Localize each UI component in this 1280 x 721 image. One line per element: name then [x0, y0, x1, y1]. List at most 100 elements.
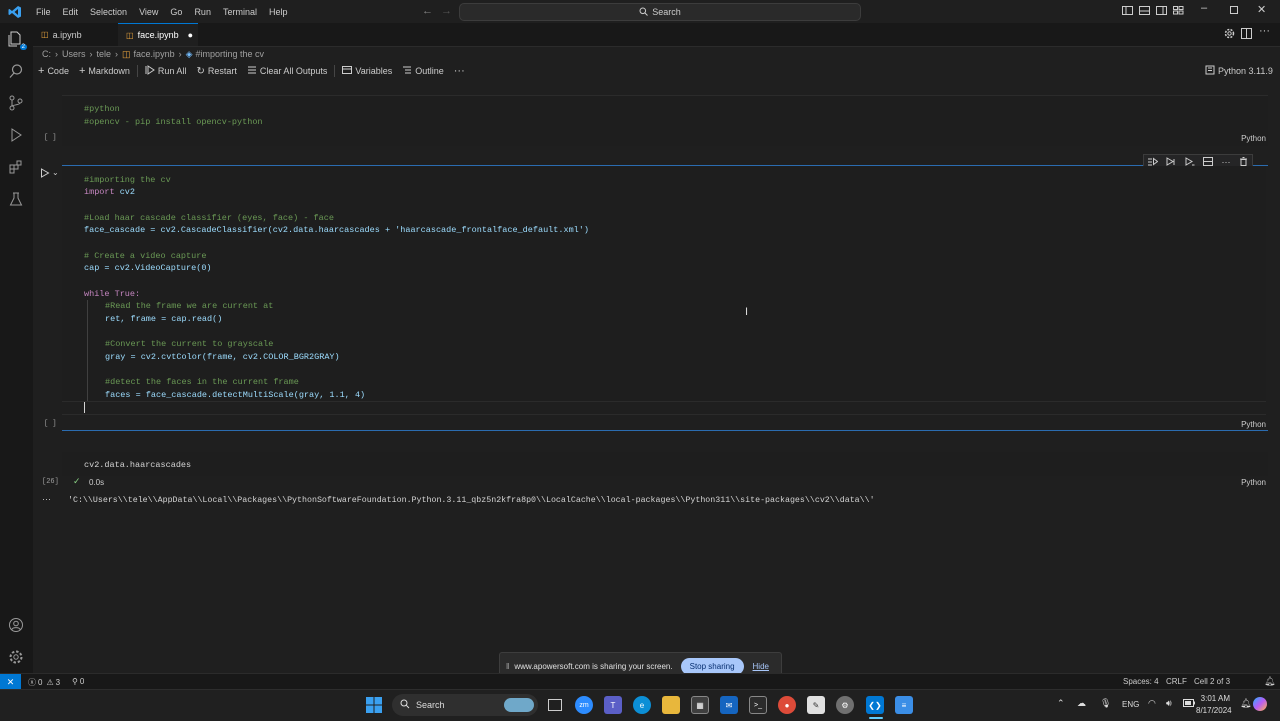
warning-icon: ⚠	[46, 678, 54, 687]
indent-guide	[87, 300, 88, 402]
problems-indicator[interactable]: ⓧ 0 ⚠ 3	[28, 677, 60, 688]
cell-language-label[interactable]: Python	[1241, 420, 1266, 429]
outline-button[interactable]: Outline	[397, 65, 449, 77]
chrome-browser-icon[interactable]: ●	[778, 696, 796, 714]
cell-language-label[interactable]: Python	[1241, 134, 1266, 143]
notifications-bell-icon[interactable]: 🔔︎	[1264, 676, 1275, 687]
menu-help[interactable]: Help	[263, 7, 294, 17]
battery-icon[interactable]	[1183, 699, 1195, 709]
add-markdown-cell-button[interactable]: + Markdown	[74, 65, 135, 77]
file-explorer-icon[interactable]	[662, 696, 680, 714]
mail-app-icon[interactable]: ✉	[720, 696, 738, 714]
search-icon[interactable]	[6, 61, 26, 81]
cell-editor[interactable]: cv2.data.haarcascades	[62, 452, 1268, 476]
code-cell-2[interactable]: #importing the cv import cv2 #Load haar …	[62, 166, 1268, 430]
forward-arrow-icon[interactable]: →	[441, 5, 452, 17]
tab-a-ipynb[interactable]: ◫ a.ipynb	[33, 23, 118, 46]
testing-flask-icon[interactable]	[6, 189, 26, 209]
output-more-icon[interactable]: ···	[42, 494, 51, 504]
explorer-icon[interactable]: 2	[6, 29, 27, 50]
menu-view[interactable]: View	[133, 7, 164, 17]
kernel-picker[interactable]: Python 3.11.9	[1205, 65, 1273, 77]
breadcrumb-tele[interactable]: tele	[97, 49, 112, 59]
cloud-sync-icon[interactable]: ☁	[1077, 698, 1086, 709]
input-language[interactable]: ENG	[1122, 700, 1139, 709]
app-icon[interactable]: ✎	[807, 696, 825, 714]
menu-run[interactable]: Run	[188, 7, 217, 17]
hide-link[interactable]: Hide	[753, 662, 769, 671]
microphone-icon[interactable]: 🎙︎	[1100, 698, 1111, 709]
notepad-app-icon[interactable]: ≡	[895, 696, 913, 714]
volume-icon[interactable]: 🔊︎	[1166, 698, 1172, 709]
notification-bell-icon[interactable]: 🔔︎	[1240, 698, 1251, 709]
copilot-icon[interactable]	[1253, 697, 1267, 711]
minimize-icon[interactable]: –	[1201, 2, 1207, 14]
menu-edit[interactable]: Edit	[57, 7, 85, 17]
teams-app-icon[interactable]: T	[604, 696, 622, 714]
task-view-icon[interactable]	[546, 696, 564, 714]
unsaved-dot-icon[interactable]: ●	[188, 30, 193, 40]
clock[interactable]: 3:01 AM 8/17/2024	[1196, 693, 1232, 717]
run-cell-icon[interactable]	[40, 168, 50, 180]
run-options-chevron-icon[interactable]: ⌄	[52, 168, 59, 177]
taskbar-search-box[interactable]: Search	[392, 694, 538, 716]
show-hidden-icons-chevron[interactable]: ⌃	[1057, 698, 1065, 709]
menu-go[interactable]: Go	[164, 7, 188, 17]
settings-app-icon[interactable]: ⚙	[836, 696, 854, 714]
drag-handle-icon[interactable]: ‖	[506, 662, 509, 671]
maximize-icon[interactable]	[1230, 6, 1238, 16]
tab-face-ipynb[interactable]: ◫ face.ipynb ●	[118, 23, 198, 46]
ports-indicator[interactable]: ⚲ 0	[72, 677, 84, 686]
extensions-icon[interactable]	[6, 157, 26, 177]
cell-language-label[interactable]: Python	[1241, 478, 1266, 487]
variables-icon	[342, 65, 353, 77]
warning-count: 3	[55, 678, 61, 687]
breadcrumb-drive[interactable]: C:	[42, 49, 51, 59]
run-all-button[interactable]: Run All	[140, 65, 192, 77]
command-center-search[interactable]: Search	[459, 3, 861, 21]
breadcrumb-users[interactable]: Users	[62, 49, 86, 59]
terminal-app-icon[interactable]: >_	[749, 696, 767, 714]
menu-selection[interactable]: Selection	[84, 7, 133, 17]
remote-indicator[interactable]: ✕	[0, 674, 21, 690]
settings-gear-icon[interactable]	[6, 647, 26, 667]
cell-editor[interactable]: #importing the cv import cv2 #Load haar …	[62, 166, 1266, 415]
customize-layout-icon[interactable]	[1173, 5, 1184, 18]
breadcrumb-file[interactable]: face.ipynb	[134, 49, 175, 59]
windows-start-icon[interactable]	[366, 697, 382, 715]
run-debug-icon[interactable]	[6, 125, 26, 145]
source-control-icon[interactable]	[6, 93, 26, 113]
clear-outputs-button[interactable]: Clear All Outputs	[242, 65, 333, 77]
zoom-app-icon[interactable]: zm	[575, 696, 593, 714]
settings-icon[interactable]	[1224, 28, 1235, 41]
code-line: #python	[84, 104, 120, 114]
cell-editor[interactable]: #python #opencv - pip install opencv-pyt…	[62, 95, 1268, 146]
indentation-status[interactable]: Spaces: 4	[1123, 677, 1159, 686]
edge-browser-icon[interactable]: e	[633, 696, 651, 714]
variables-button[interactable]: Variables	[337, 65, 397, 77]
back-arrow-icon[interactable]: ←	[422, 5, 433, 17]
more-actions-icon[interactable]: ···	[1259, 25, 1270, 37]
more-toolbar-icon[interactable]: ···	[449, 65, 470, 77]
menu-terminal[interactable]: Terminal	[217, 7, 263, 17]
code-cell-1[interactable]: #python #opencv - pip install opencv-pyt…	[62, 95, 1268, 146]
wifi-icon[interactable]: ◠	[1148, 698, 1156, 709]
add-code-cell-button[interactable]: + Code	[33, 65, 74, 77]
toggle-secondary-sidebar-icon[interactable]	[1156, 5, 1167, 18]
close-window-icon[interactable]: ✕	[1257, 3, 1266, 16]
menu-file[interactable]: File	[30, 7, 57, 17]
vscode-app-icon[interactable]: ❮❯	[866, 696, 884, 714]
toggle-sidebar-icon[interactable]	[1122, 5, 1133, 18]
microsoft-store-icon[interactable]: ▦	[691, 696, 709, 714]
cell-position-status[interactable]: Cell 2 of 3	[1194, 677, 1230, 686]
clock-date: 8/17/2024	[1196, 706, 1232, 715]
restart-button[interactable]: ↻ Restart	[191, 66, 241, 77]
code-cell-3[interactable]: cv2.data.haarcascades	[62, 452, 1268, 488]
eol-status[interactable]: CRLF	[1166, 677, 1187, 686]
split-editor-icon[interactable]	[1241, 28, 1252, 41]
account-icon[interactable]	[6, 615, 26, 635]
code-line: import cv2	[84, 187, 135, 197]
breadcrumb-section[interactable]: #importing the cv	[196, 49, 265, 59]
toolbar-divider	[334, 65, 336, 77]
toggle-panel-icon[interactable]	[1139, 5, 1150, 18]
